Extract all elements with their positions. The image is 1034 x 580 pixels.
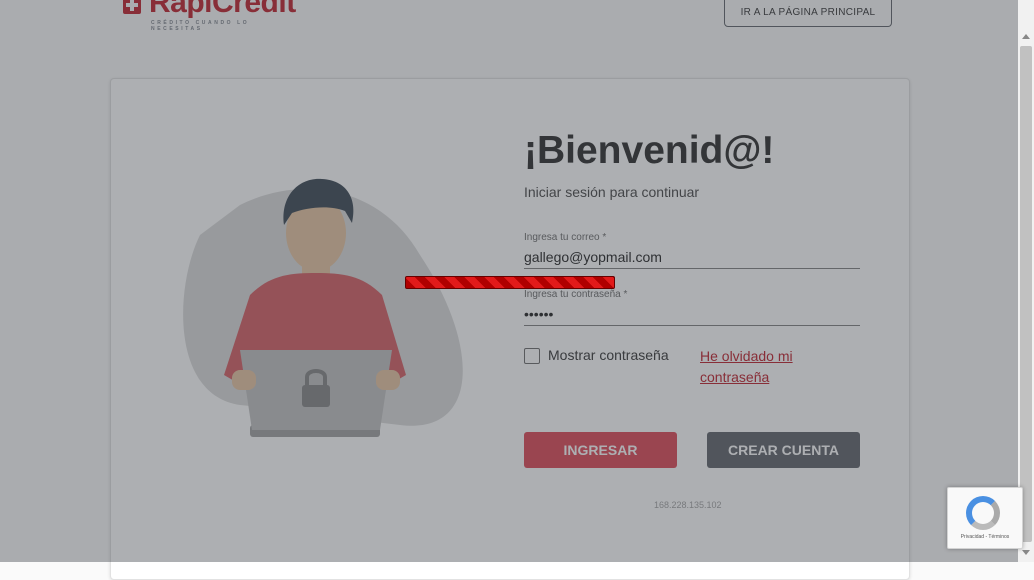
scroll-up-icon[interactable] [1022, 34, 1030, 39]
loading-progress-bar [405, 276, 615, 289]
page-scrollbar[interactable] [1018, 0, 1034, 562]
recaptcha-terms[interactable]: Privacidad - Términos [948, 534, 1022, 540]
scroll-down-icon[interactable] [1022, 550, 1030, 555]
recaptcha-icon [966, 496, 1000, 530]
scrollbar-thumb[interactable] [1020, 46, 1032, 542]
recaptcha-badge[interactable]: Privacidad - Términos [947, 487, 1023, 549]
